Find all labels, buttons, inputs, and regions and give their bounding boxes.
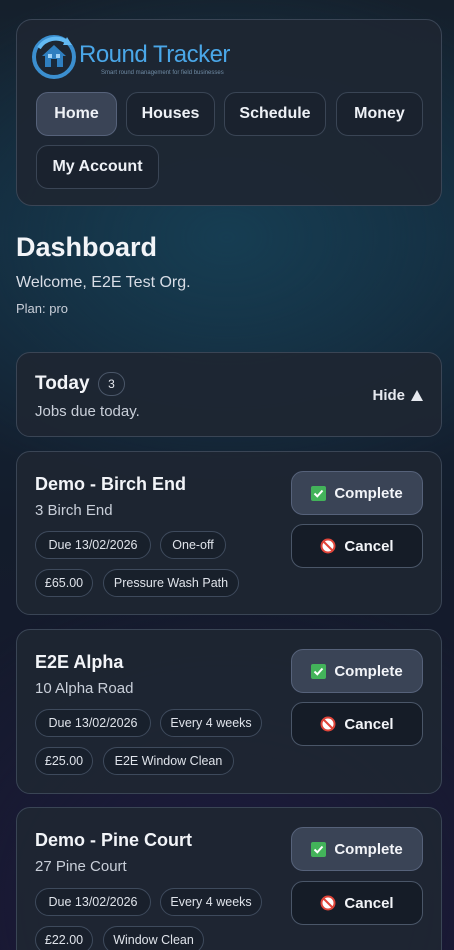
nav-money-button[interactable]: Money	[336, 92, 423, 136]
plan-text: Plan: pro	[16, 301, 69, 316]
due-date-chip: Due 13/02/2026	[35, 531, 151, 559]
job-address: 3 Birch End	[35, 502, 113, 519]
hide-label: Hide	[372, 387, 405, 404]
cancel-button[interactable]: Cancel	[291, 702, 423, 746]
job-card: Demo - Birch End 3 Birch End Due 13/02/2…	[16, 451, 442, 615]
nav-my-account-label: My Account	[52, 158, 143, 175]
due-date-chip: Due 13/02/2026	[35, 709, 151, 737]
cancel-label: Cancel	[344, 894, 394, 912]
app-tagline: Smart round management for field busines…	[101, 70, 224, 76]
service-chip: Window Clean	[103, 926, 204, 950]
check-box-icon	[311, 841, 327, 857]
job-address: 10 Alpha Road	[35, 680, 134, 697]
nav-card: Round Tracker Smart round management for…	[16, 19, 442, 206]
nav-money-label: Money	[354, 105, 405, 122]
welcome-text: Welcome, E2E Test Org.	[16, 274, 191, 291]
today-header-card: Today 3 Jobs due today. Hide	[16, 352, 442, 437]
cancel-label: Cancel	[344, 537, 394, 555]
no-entry-icon	[320, 538, 336, 554]
complete-label: Complete	[334, 484, 403, 502]
page-title: Dashboard	[16, 232, 158, 262]
house-logo-icon	[32, 35, 76, 79]
nav-schedule-button[interactable]: Schedule	[224, 92, 326, 136]
complete-label: Complete	[334, 840, 403, 858]
frequency-chip: Every 4 weeks	[160, 888, 262, 916]
today-subtitle: Jobs due today.	[35, 403, 140, 420]
today-title: Today	[35, 373, 90, 394]
cancel-button[interactable]: Cancel	[291, 881, 423, 925]
frequency-chip: One-off	[160, 531, 226, 559]
nav-houses-label: Houses	[141, 105, 200, 122]
job-address: 27 Pine Court	[35, 858, 127, 875]
service-chip: E2E Window Clean	[103, 747, 234, 775]
nav-home-button[interactable]: Home	[36, 92, 117, 136]
job-name: Demo - Birch End	[35, 474, 187, 494]
job-card: Demo - Pine Court 27 Pine Court Due 13/0…	[16, 807, 442, 950]
nav-schedule-label: Schedule	[239, 105, 311, 122]
job-card: E2E Alpha 10 Alpha Road Due 13/02/2026 E…	[16, 629, 442, 794]
check-box-icon	[311, 485, 327, 501]
job-name: Demo - Pine Court	[35, 830, 193, 850]
hide-toggle-button[interactable]: Hide	[372, 387, 423, 404]
service-chip: Pressure Wash Path	[103, 569, 239, 597]
no-entry-icon	[320, 716, 336, 732]
cancel-button[interactable]: Cancel	[291, 524, 423, 568]
check-box-icon	[311, 663, 327, 679]
cancel-label: Cancel	[344, 715, 394, 733]
complete-button[interactable]: Complete	[291, 471, 423, 515]
job-name: E2E Alpha	[35, 652, 124, 672]
app-name: Round Tracker	[79, 41, 230, 68]
nav-my-account-button[interactable]: My Account	[36, 145, 159, 189]
nav-home-label: Home	[54, 105, 99, 122]
nav-houses-button[interactable]: Houses	[126, 92, 215, 136]
complete-button[interactable]: Complete	[291, 827, 423, 871]
app-logo[interactable]: Round Tracker Smart round management for…	[31, 34, 231, 80]
no-entry-icon	[320, 895, 336, 911]
jobs-count-badge: 3	[98, 372, 125, 396]
price-chip: £25.00	[35, 747, 93, 775]
triangle-up-icon	[411, 390, 423, 401]
price-chip: £65.00	[35, 569, 93, 597]
complete-button[interactable]: Complete	[291, 649, 423, 693]
price-chip: £22.00	[35, 926, 93, 950]
frequency-chip: Every 4 weeks	[160, 709, 262, 737]
due-date-chip: Due 13/02/2026	[35, 888, 151, 916]
complete-label: Complete	[334, 662, 403, 680]
